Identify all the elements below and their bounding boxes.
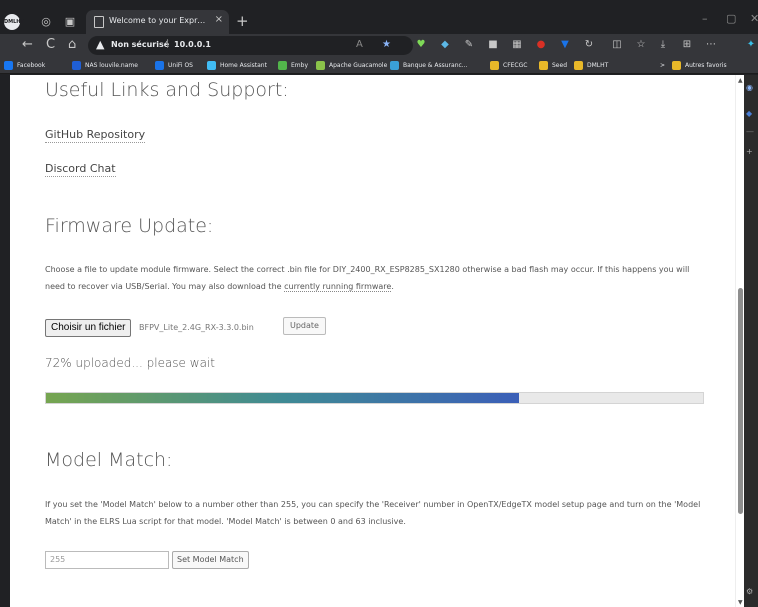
tab-close-icon[interactable]: ×	[215, 14, 223, 25]
bookmark-cfecgc[interactable]: CFECGC	[490, 58, 527, 72]
home-icon[interactable]: ⌂	[68, 37, 76, 53]
folder-icon	[672, 60, 681, 70]
circle-extension-icon[interactable]: ↻	[582, 38, 596, 52]
profile-avatar[interactable]: DMLHT	[4, 14, 24, 30]
toolbar: ← C ⌂ ▲ Non sécurisé | 10.0.0.1 A ★ ♥ ◆ …	[0, 34, 758, 56]
back-icon[interactable]: ←	[22, 37, 33, 53]
facebook-icon	[4, 60, 13, 70]
side-panel: ◉ ◆ — + ⚙	[744, 75, 758, 607]
favorites-icon[interactable]: ☆	[634, 38, 648, 52]
model-match-instructions: If you set the 'Model Match' below to a …	[45, 500, 701, 526]
scrollbar-thumb[interactable]	[738, 288, 743, 514]
downloads-icon[interactable]: ⤓	[656, 38, 670, 52]
bookmarks-overflow-button[interactable]: >	[660, 58, 665, 72]
page-scrollbar[interactable]: ▲ ▼	[735, 75, 744, 607]
bookmark-facebook[interactable]: Facebook	[4, 58, 45, 72]
update-button[interactable]: Update	[283, 317, 326, 335]
banque-icon	[390, 60, 399, 70]
scroll-down-icon[interactable]: ▼	[738, 599, 743, 606]
upload-status: 72% uploaded... please wait	[45, 356, 215, 370]
favorite-star-icon[interactable]: ★	[382, 39, 391, 50]
download-firmware-link[interactable]: currently running firmware	[284, 282, 392, 292]
wallet-icon[interactable]: ⊞	[680, 38, 694, 52]
unifi-icon	[155, 60, 164, 70]
bookmark-seed[interactable]: Seed	[539, 58, 567, 72]
diamond-extension-icon[interactable]: ◆	[438, 38, 452, 52]
model-match-heading: Model Match:	[45, 449, 173, 471]
folder-icon	[539, 60, 548, 70]
home-assistant-icon	[207, 60, 216, 70]
bookmark-unifi[interactable]: UniFi OS	[155, 58, 193, 72]
new-tab-button[interactable]: +	[236, 13, 249, 29]
warning-icon[interactable]: ▲	[96, 38, 104, 51]
active-tab[interactable]: Welcome to your ExpressLRS System ×	[86, 10, 229, 34]
heart-extension-icon[interactable]: ♥	[414, 38, 428, 52]
shopping-sidebar-icon[interactable]: ◆	[746, 109, 752, 118]
bookmark-dmlht[interactable]: DMLHT	[574, 58, 608, 72]
set-model-match-button[interactable]: Set Model Match	[172, 551, 249, 569]
add-sidebar-icon[interactable]: +	[746, 147, 753, 156]
url-separator: |	[166, 39, 170, 49]
folder-icon	[574, 60, 583, 70]
firmware-heading: Firmware Update:	[45, 215, 214, 237]
red-extension-icon[interactable]: ●	[534, 38, 548, 52]
nas-icon	[72, 60, 81, 70]
bookmark-emby[interactable]: Emby	[278, 58, 308, 72]
close-window-button[interactable]: ✕	[750, 12, 758, 25]
discord-link[interactable]: Discord Chat	[45, 162, 116, 177]
upload-progress-fill	[46, 393, 520, 403]
model-match-input[interactable]: 255	[45, 551, 169, 569]
github-link[interactable]: GitHub Repository	[45, 128, 146, 143]
url-text[interactable]: 10.0.0.1	[174, 40, 211, 49]
guacamole-icon	[316, 60, 325, 70]
vertical-tabs-icon[interactable]: ▣	[62, 14, 78, 30]
split-screen-icon[interactable]: ◫	[610, 38, 624, 52]
maximize-button[interactable]: ▢	[726, 12, 736, 25]
emby-icon	[278, 60, 287, 70]
copilot-icon[interactable]: ✦	[744, 38, 758, 52]
workspaces-icon[interactable]: ◎	[38, 14, 54, 30]
sidebar-settings-icon[interactable]: ⚙	[746, 587, 753, 596]
shield-extension-icon[interactable]: ▼	[558, 38, 572, 52]
firmware-instructions: Choose a file to update module firmware.…	[45, 265, 690, 292]
page-viewport: Useful Links and Support: GitHub Reposit…	[10, 75, 735, 607]
read-aloud-icon[interactable]: A	[356, 39, 363, 50]
refresh-icon[interactable]: C	[46, 37, 55, 53]
links-heading: Useful Links and Support:	[45, 79, 289, 101]
tab-strip: DMLHT ◎ ▣ Welcome to your ExpressLRS Sys…	[0, 0, 758, 34]
tab-title: Welcome to your ExpressLRS System	[109, 16, 207, 25]
minimize-button[interactable]: –	[702, 12, 708, 25]
search-sidebar-icon[interactable]: ◉	[746, 83, 753, 92]
bookmark-banque[interactable]: Banque & Assuranc...	[390, 58, 468, 72]
page-icon	[94, 16, 104, 28]
more-options-icon[interactable]: ⋯	[704, 38, 718, 52]
choose-file-button[interactable]: Choisir un fichier	[45, 319, 132, 337]
bookmark-guacamole[interactable]: Apache Guacamole	[316, 58, 387, 72]
bookmark-home-assistant[interactable]: Home Assistant	[207, 58, 267, 72]
upload-progress-bar	[45, 392, 704, 404]
folder-icon	[490, 60, 499, 70]
other-favorites[interactable]: Autres favoris	[672, 58, 727, 72]
bookmarks-bar: Facebook NAS louvile.name UniFi OS Home …	[0, 56, 758, 74]
square-extension-icon[interactable]: ■	[486, 38, 500, 52]
address-bar[interactable]: ▲ Non sécurisé | 10.0.0.1 A ★	[88, 36, 413, 55]
grid-extension-icon[interactable]: ▦	[510, 38, 524, 52]
scroll-up-icon[interactable]: ▲	[738, 77, 743, 84]
brush-extension-icon[interactable]: ✎	[462, 38, 476, 52]
bookmark-nas[interactable]: NAS louvile.name	[72, 58, 138, 72]
selected-file-name: BFPV_Lite_2.4G_RX-3.3.0.bin	[139, 323, 254, 332]
security-status[interactable]: Non sécurisé	[111, 40, 169, 49]
sidebar-divider: —	[746, 127, 754, 136]
